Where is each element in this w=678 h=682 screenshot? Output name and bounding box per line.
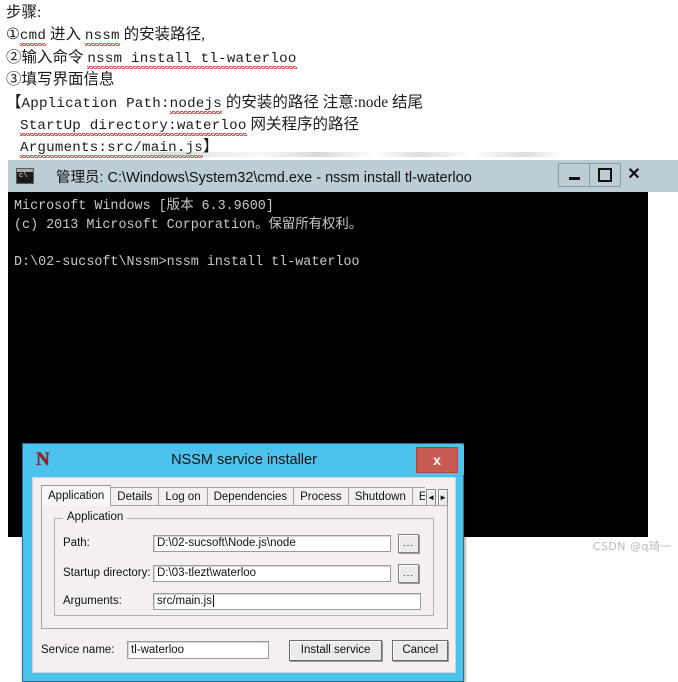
chevron-left-icon: ◄: [427, 493, 436, 502]
nssm-logo-icon: N: [36, 449, 50, 470]
field-value: D:\02-sucsoft\Node.js\node: [157, 537, 296, 549]
instruction-line: StartUp directory:waterloo 网关程序的路径: [6, 114, 678, 136]
instruction-text: 输入命令: [21, 48, 88, 66]
instruction-text: 的安装的路径 注意:node 结尾: [221, 93, 424, 111]
instruction-text: Application Path:: [21, 95, 170, 112]
field-input-arguments[interactable]: src/main.js: [153, 592, 421, 610]
minimize-icon: [568, 176, 580, 180]
cmd-window-title: 管理员: C:\Windows\System32\cmd.exe - nssm …: [56, 169, 472, 186]
instructions-lines: ①cmd 进入 nssm 的安装路径, ②输入命令 nssm install tl…: [6, 24, 678, 159]
instruction-marker: ①: [6, 26, 20, 44]
nssm-titlebar[interactable]: N NSSM service installer x: [24, 445, 464, 475]
tab-label: Application: [48, 490, 105, 502]
instructions-text-block: 步骤: ①cmd 进入 nssm 的安装路径, ②输入命令 nssm instal…: [0, 0, 678, 159]
minimize-button[interactable]: [558, 163, 590, 187]
tab-label: Exit: [419, 491, 425, 503]
field-row: Startup directory: D:\03-tlezt\waterloo..…: [63, 563, 429, 583]
field-value: src/main.js: [157, 595, 212, 607]
instruction-marker: 【: [6, 93, 22, 111]
instruction-text: 进入: [46, 26, 85, 44]
background-window-edge: [120, 152, 560, 157]
field-row: Path: D:\02-sucsoft\Node.js\node...: [63, 533, 429, 553]
instruction-text: 填写界面信息: [21, 71, 115, 89]
field-label: Startup directory:: [63, 567, 151, 579]
console-icon[interactable]: [16, 168, 34, 184]
field-value: D:\03-tlezt\waterloo: [157, 567, 257, 579]
instruction-text: cmd: [19, 28, 47, 47]
console-line: D:\02-sucsoft\Nssm>nssm install tl-water…: [14, 254, 360, 270]
text-caret: [212, 595, 214, 607]
nssm-close-button[interactable]: x: [416, 447, 458, 473]
tab-label: Shutdown: [354, 491, 406, 503]
install-service-button[interactable]: Install service: [288, 639, 383, 661]
service-name-input[interactable]: tl-waterloo: [127, 641, 269, 659]
application-group-box: Application Path: D:\02-sucsoft\Node.js\n…: [54, 511, 434, 616]
instruction-text: waterloo: [176, 117, 247, 136]
maximize-button[interactable]: [589, 163, 621, 187]
tab-process[interactable]: Process: [293, 487, 349, 506]
field-label: Arguments:: [63, 595, 122, 607]
tab-label: Details: [117, 491, 153, 503]
nssm-service-installer-dialog: N NSSM service installer x Application De…: [22, 443, 464, 682]
tab-label: Dependencies: [213, 491, 288, 503]
instruction-text: nssm: [84, 28, 120, 47]
tab-page-application: Application Path: D:\02-sucsoft\Node.js\n…: [41, 505, 448, 629]
nssm-dialog-title: NSSM service installer: [171, 452, 317, 468]
field-label: Path:: [63, 537, 90, 549]
close-button[interactable]: ✕: [620, 163, 648, 185]
console-line: (c) 2013 Microsoft Corporation。保留所有权利。: [14, 217, 363, 233]
tab-application[interactable]: Application: [41, 485, 112, 506]
field-input-path[interactable]: D:\02-sucsoft\Node.js\node: [153, 534, 391, 552]
instruction-text: nssm install tl-waterloo: [87, 50, 297, 69]
instruction-line: 【Application Path:nodejs 的安装的路径 注意:node …: [6, 92, 678, 114]
tab-log-on[interactable]: Log on: [158, 487, 208, 506]
tab-label: Log on: [165, 491, 201, 503]
cmd-titlebar[interactable]: 管理员: C:\Windows\System32\cmd.exe - nssm …: [8, 160, 648, 192]
field-input-startupdirectory[interactable]: D:\03-tlezt\waterloo: [153, 564, 391, 582]
instruction-text: StartUp directory:: [20, 117, 177, 136]
tab-scroll-right-button[interactable]: ►: [438, 489, 448, 506]
tab-strip: Application Details Log on Dependencies Proc…: [41, 485, 448, 506]
browse-button[interactable]: ...: [398, 563, 419, 583]
instruction-line: ①cmd 进入 nssm 的安装路径,: [6, 24, 678, 47]
tab-shutdown[interactable]: Shutdown: [347, 487, 413, 506]
instruction-text: 的安装路径,: [119, 26, 205, 44]
instructions-title: 步骤:: [6, 4, 42, 21]
maximize-icon: [598, 168, 612, 182]
instruction-marker: ③: [6, 71, 22, 89]
tab-dependencies[interactable]: Dependencies: [206, 487, 295, 506]
application-group-label: Application: [63, 511, 128, 523]
tab-scroll-left-button[interactable]: ◄: [426, 489, 437, 506]
instruction-text: nodejs: [169, 95, 222, 114]
browse-button[interactable]: ...: [398, 533, 419, 553]
field-row: Arguments: src/main.js: [63, 591, 429, 611]
tab-label: Process: [300, 491, 342, 503]
instruction-marker: ②: [6, 48, 22, 66]
instruction-text: 网关程序的路径: [246, 115, 359, 133]
instruction-line: ③填写界面信息: [6, 69, 678, 91]
console-lines: Microsoft Windows [版本 6.3.9600] (c) 2013 …: [14, 198, 648, 272]
nssm-dialog-client-area: Application Details Log on Dependencies Proc…: [32, 477, 456, 673]
tab-details[interactable]: Details: [110, 487, 160, 506]
chevron-right-icon: ►: [439, 493, 447, 502]
cmd-window: 管理员: C:\Windows\System32\cmd.exe - nssm …: [8, 160, 648, 682]
console-line: Microsoft Windows [版本 6.3.9600]: [14, 199, 274, 214]
cmd-window-controls: ✕: [558, 163, 648, 189]
csdn-watermark: CSDN @q琦一: [592, 540, 672, 553]
service-name-label: Service name:: [41, 644, 115, 656]
dialog-bottom-row: Service name: tl-waterloo Install servic…: [41, 638, 448, 662]
tab-exit[interactable]: Exit: [411, 487, 426, 506]
cancel-button[interactable]: Cancel: [392, 639, 448, 661]
cmd-titlebar-extension: [648, 160, 678, 192]
instruction-line: ②输入命令 nssm install tl-waterloo: [6, 47, 678, 69]
